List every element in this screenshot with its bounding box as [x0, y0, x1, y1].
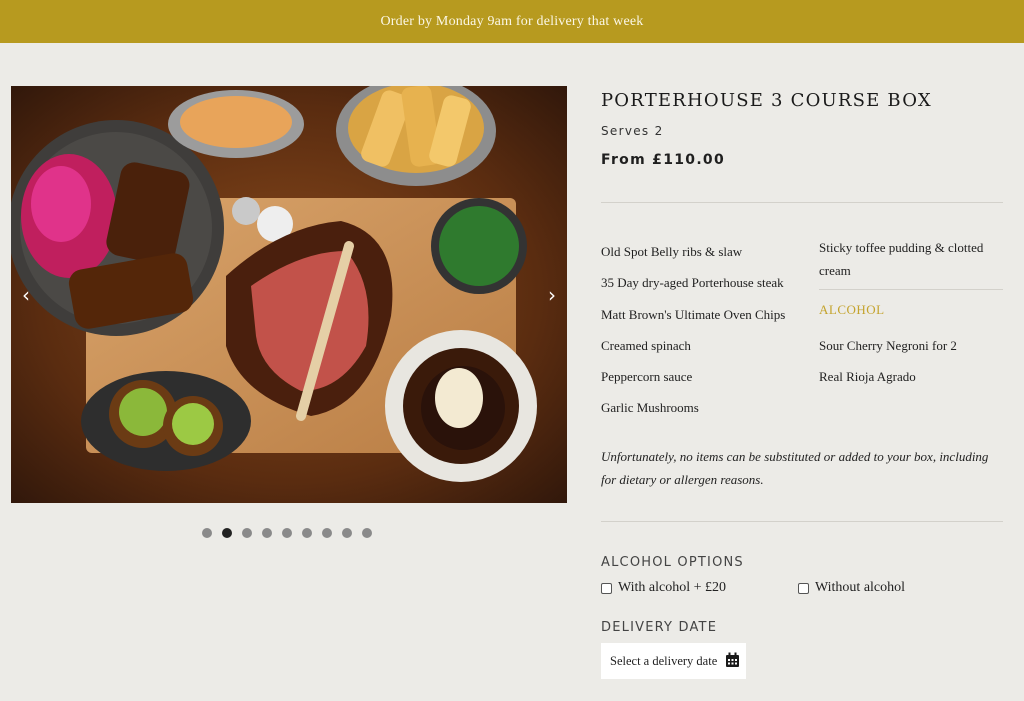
list-item-drink: Real Rioja Agrado	[819, 369, 916, 384]
carousel-dot[interactable]	[302, 528, 312, 538]
serves-text: Serves 2	[601, 124, 664, 138]
list-item: Garlic Mushrooms	[601, 400, 699, 416]
carousel-next-button[interactable]: ›	[541, 283, 563, 307]
carousel-dot[interactable]	[202, 528, 212, 538]
carousel-dot[interactable]	[362, 528, 372, 538]
carousel-dot[interactable]	[262, 528, 272, 538]
substitution-disclaimer: Unfortunately, no items can be substitut…	[601, 449, 989, 487]
list-item-drink: Sour Cherry Negroni for 2	[819, 338, 957, 353]
delivery-date-placeholder: Select a delivery date	[610, 653, 718, 668]
carousel-dot[interactable]	[282, 528, 292, 538]
with-alcohol-option[interactable]: With alcohol + £20	[601, 580, 726, 596]
carousel-dots	[202, 528, 372, 540]
carousel-dot[interactable]	[222, 528, 232, 538]
carousel-prev-button[interactable]: ‹	[15, 283, 37, 307]
alcohol-heading: ALCOHOL	[819, 302, 885, 317]
divider	[601, 521, 1003, 522]
product-photo	[11, 86, 567, 503]
without-alcohol-checkbox[interactable]	[798, 582, 809, 594]
divider	[819, 289, 1003, 290]
announcement-banner: Order by Monday 9am for delivery that we…	[0, 0, 1024, 43]
calendar-icon	[726, 652, 739, 667]
list-item: Creamed spinach	[601, 337, 691, 353]
carousel-dot[interactable]	[342, 528, 352, 538]
divider	[601, 202, 1003, 203]
with-alcohol-label: With alcohol + £20	[618, 580, 727, 595]
box-contents-list: Old Spot Belly ribs & slaw 35 Day dry-ag…	[601, 236, 811, 424]
list-item: 35 Day dry-aged Porterhouse steak	[601, 275, 784, 291]
box-contents-extra: Sticky toffee pudding & clotted cream AL…	[819, 236, 1003, 392]
alcohol-options-label: ALCOHOL OPTIONS	[601, 555, 744, 570]
list-item: Peppercorn sauce	[601, 369, 693, 385]
banner-text: Order by Monday 9am for delivery that we…	[380, 13, 644, 29]
list-item: Matt Brown's Ultimate Oven Chips	[601, 306, 786, 322]
delivery-date-picker[interactable]: Select a delivery date	[601, 643, 746, 679]
carousel-dot[interactable]	[242, 528, 252, 538]
without-alcohol-option[interactable]: Without alcohol	[798, 580, 905, 596]
carousel-dot[interactable]	[322, 528, 332, 538]
product-image-carousel[interactable]: ‹ ›	[11, 86, 567, 503]
chevron-left-icon: ‹	[22, 283, 30, 307]
chevron-right-icon: ›	[548, 283, 556, 307]
delivery-date-label: DELIVERY DATE	[601, 620, 718, 635]
with-alcohol-checkbox[interactable]	[601, 582, 612, 594]
list-item-dessert: Sticky toffee pudding & clotted cream	[819, 240, 984, 278]
product-price: From £110.00	[601, 152, 726, 168]
list-item: Old Spot Belly ribs & slaw	[601, 244, 743, 259]
product-title: PORTERHOUSE 3 COURSE BOX	[601, 90, 932, 111]
without-alcohol-label: Without alcohol	[815, 580, 906, 595]
